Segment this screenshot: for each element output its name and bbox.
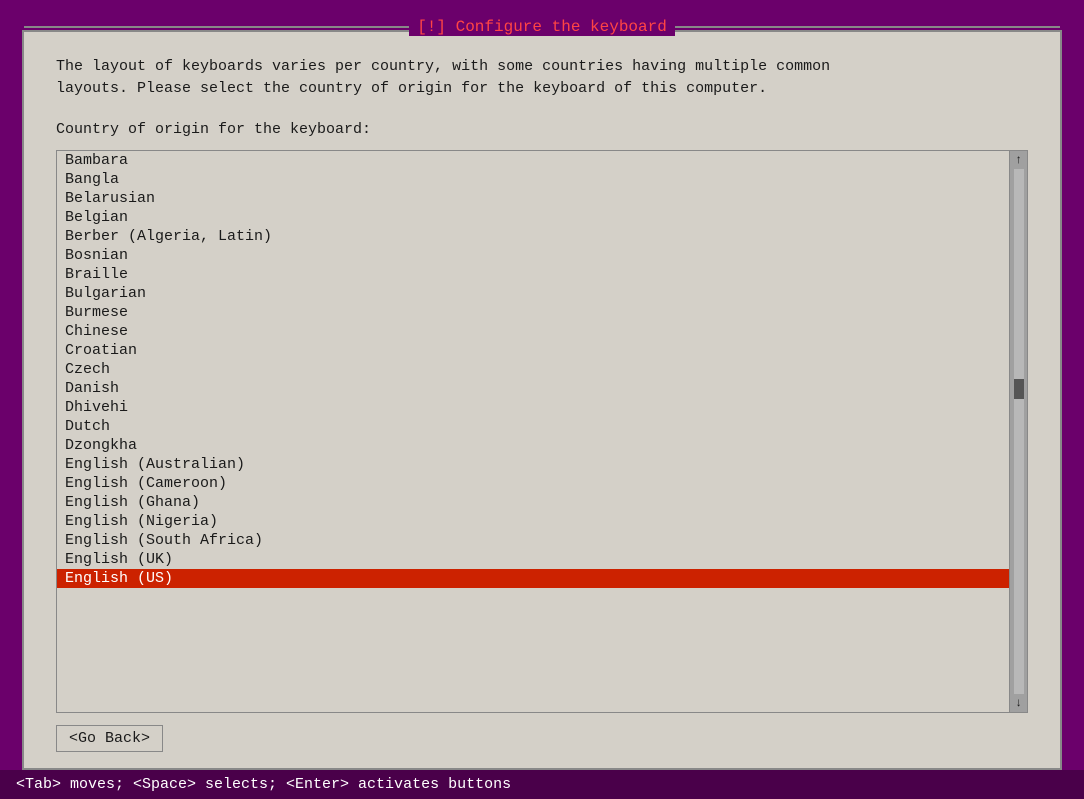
list-area: BambaraBanglaBelarusianBelgianBerber (Al…: [56, 150, 1028, 752]
list-item[interactable]: Bosnian: [57, 246, 1009, 265]
list-item[interactable]: Danish: [57, 379, 1009, 398]
list-item[interactable]: English (Cameroon): [57, 474, 1009, 493]
scroll-thumb[interactable]: [1014, 379, 1024, 399]
title-bar-left-line: [24, 26, 409, 28]
title-bar-right-line: [675, 26, 1060, 28]
list-item[interactable]: Bangla: [57, 170, 1009, 189]
list-item[interactable]: English (Nigeria): [57, 512, 1009, 531]
list-item[interactable]: Bambara: [57, 151, 1009, 170]
dialog-content: The layout of keyboards varies per count…: [24, 32, 1060, 768]
list-items[interactable]: BambaraBanglaBelarusianBelgianBerber (Al…: [57, 151, 1009, 712]
list-item[interactable]: Berber (Algeria, Latin): [57, 227, 1009, 246]
list-item[interactable]: Braille: [57, 265, 1009, 284]
list-item[interactable]: Czech: [57, 360, 1009, 379]
list-item[interactable]: Chinese: [57, 322, 1009, 341]
list-item[interactable]: Burmese: [57, 303, 1009, 322]
scroll-track: [1014, 169, 1024, 694]
title-bar: [!] Configure the keyboard: [24, 18, 1060, 36]
list-item[interactable]: English (UK): [57, 550, 1009, 569]
list-item[interactable]: English (South Africa): [57, 531, 1009, 550]
list-item[interactable]: Bulgarian: [57, 284, 1009, 303]
scroll-up-arrow[interactable]: ↑: [1015, 153, 1022, 167]
list-item[interactable]: Croatian: [57, 341, 1009, 360]
list-item[interactable]: Belgian: [57, 208, 1009, 227]
buttons-area: <Go Back>: [56, 713, 1028, 752]
status-bar: <Tab> moves; <Space> selects; <Enter> ac…: [0, 770, 1084, 799]
list-item[interactable]: Belarusian: [57, 189, 1009, 208]
dialog: [!] Configure the keyboard The layout of…: [22, 30, 1062, 770]
list-container: BambaraBanglaBelarusianBelgianBerber (Al…: [56, 150, 1028, 713]
list-item[interactable]: Dzongkha: [57, 436, 1009, 455]
status-text: <Tab> moves; <Space> selects; <Enter> ac…: [16, 776, 511, 793]
description-text: The layout of keyboards varies per count…: [56, 56, 1028, 101]
scroll-down-arrow[interactable]: ↓: [1015, 696, 1022, 710]
dialog-title: [!] Configure the keyboard: [409, 18, 675, 36]
go-back-button[interactable]: <Go Back>: [56, 725, 163, 752]
list-item[interactable]: English (Australian): [57, 455, 1009, 474]
list-item[interactable]: Dutch: [57, 417, 1009, 436]
list-item[interactable]: English (US): [57, 569, 1009, 588]
scrollbar[interactable]: ↑ ↓: [1009, 151, 1027, 712]
prompt-label: Country of origin for the keyboard:: [56, 121, 1028, 138]
list-item[interactable]: Dhivehi: [57, 398, 1009, 417]
list-item[interactable]: English (Ghana): [57, 493, 1009, 512]
